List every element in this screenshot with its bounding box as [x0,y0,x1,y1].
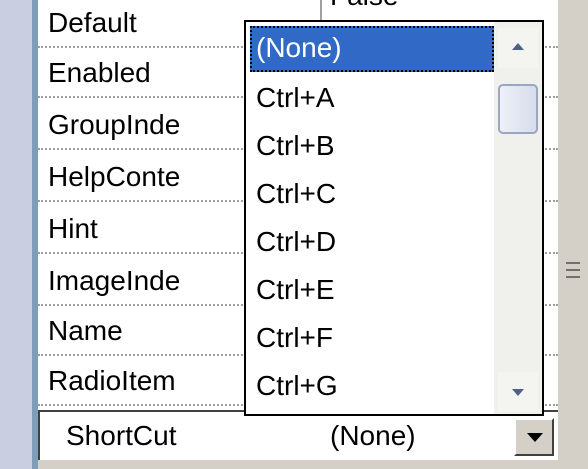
inspector-gutter [0,0,38,469]
scroll-up-button[interactable] [498,28,538,68]
dropdown-item[interactable]: Ctrl+E [250,266,494,314]
shortcut-dropdown-button[interactable] [514,418,554,456]
property-name: Default [48,7,137,38]
scroll-up-arrow-icon [512,43,524,50]
dropdown-arrow-icon [527,433,543,442]
dropdown-item-none[interactable]: (None) [250,26,494,72]
property-name-shortcut: ShortCut [66,420,177,451]
dropdown-item[interactable]: Ctrl+A [250,74,494,122]
shortcut-dropdown-list[interactable]: (None) Ctrl+A Ctrl+B Ctrl+C Ctrl+D Ctrl+… [244,20,544,416]
property-name: Name [48,315,123,346]
inspector-edge [558,0,588,469]
dropdown-item[interactable]: Ctrl+C [250,170,494,218]
dropdown-item[interactable]: Ctrl+F [250,314,494,362]
property-name: Enabled [48,57,151,88]
property-row-shortcut[interactable]: ShortCut (None) [38,410,558,460]
dropdown-item[interactable]: Ctrl+D [250,218,494,266]
property-name: RadioItem [48,365,176,396]
property-name: HelpConte [48,161,181,192]
dropdown-items: (None) Ctrl+A Ctrl+B Ctrl+C Ctrl+D Ctrl+… [246,22,494,414]
scroll-down-arrow-icon [512,389,524,396]
dropdown-item[interactable]: Ctrl+B [250,122,494,170]
shortcut-value-field[interactable]: (None) [330,412,416,460]
property-name: ImageInde [48,265,181,296]
scrollbar-thumb[interactable] [498,84,538,134]
object-inspector: False Default Enabled GroupInde HelpCont… [0,0,588,469]
scroll-down-button[interactable] [498,372,538,412]
dropdown-scrollbar[interactable] [494,22,542,414]
property-name: Hint [48,213,98,244]
dropdown-item[interactable]: Ctrl+G [250,362,494,410]
splitter-grip-icon[interactable] [566,262,580,283]
property-name: GroupInde [48,109,181,140]
